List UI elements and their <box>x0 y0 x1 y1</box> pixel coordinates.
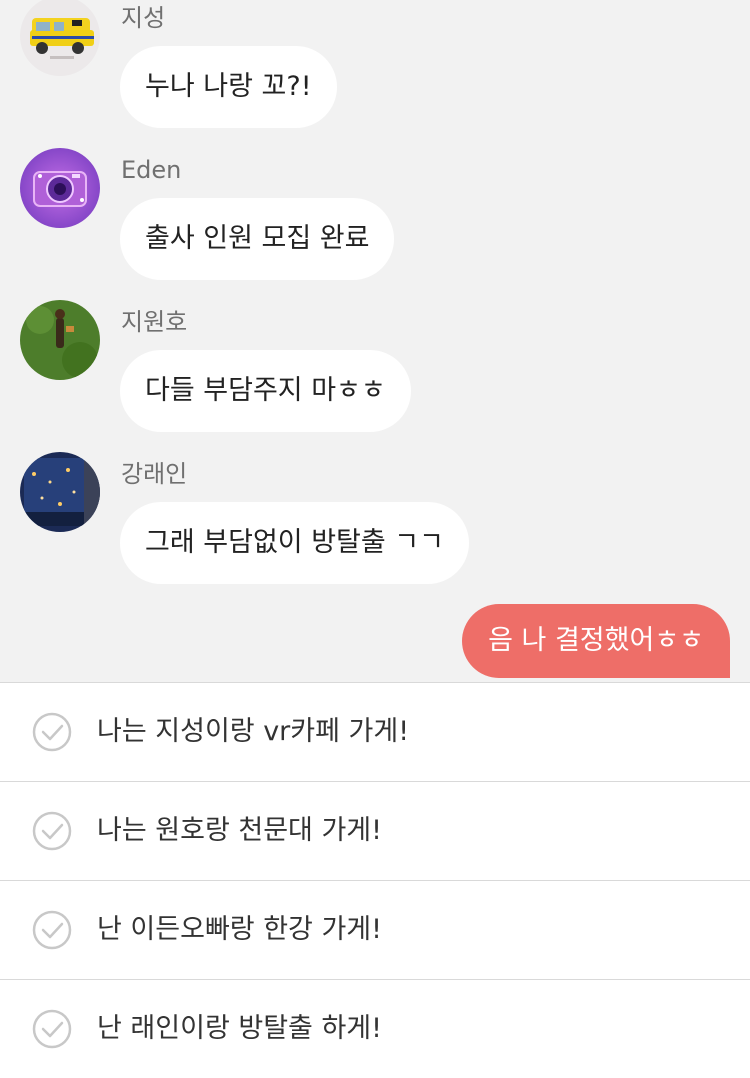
sender-avatar[interactable] <box>20 300 100 380</box>
ambulance-toy-icon <box>20 0 100 76</box>
camera-icon <box>20 148 100 228</box>
message-bubble[interactable]: 다들 부담주지 마ㅎㅎ <box>120 350 411 432</box>
chat-area: 지성 누나 나랑 꼬?! Eden 출사 인원 모집 완료 지원호 다들 부담주… <box>0 0 750 682</box>
check-circle-icon <box>32 1009 72 1049</box>
sender-avatar[interactable] <box>20 148 100 228</box>
reply-option-label: 나는 원호랑 천문대 가게! <box>97 815 382 846</box>
grass-field-icon <box>20 300 100 380</box>
reply-option-label: 난 래인이랑 방탈출 하게! <box>97 1013 382 1044</box>
reply-option-label: 난 이든오빠랑 한강 가게! <box>97 914 382 945</box>
my-message-bubble[interactable]: 음 나 결정했어ㅎㅎ <box>462 604 730 678</box>
message-bubble[interactable]: 그래 부담없이 방탈출 ㄱㄱ <box>120 502 469 584</box>
sender-name: Eden <box>121 156 182 184</box>
sender-name: 지성 <box>121 4 166 32</box>
reply-options: 나는 지성이랑 vr카페 가게! 나는 원호랑 천문대 가게! 난 이든오빠랑 … <box>0 682 750 1078</box>
sender-avatar[interactable] <box>20 0 100 76</box>
check-circle-icon <box>32 910 72 950</box>
sender-name: 지원호 <box>121 308 188 336</box>
message-bubble[interactable]: 누나 나랑 꼬?! <box>120 46 337 128</box>
message-bubble[interactable]: 출사 인원 모집 완료 <box>120 198 395 280</box>
night-window-icon <box>20 452 100 532</box>
check-circle-icon <box>32 712 72 752</box>
check-circle-icon <box>32 811 72 851</box>
sender-avatar[interactable] <box>20 452 100 532</box>
sender-name: 강래인 <box>121 460 188 488</box>
reply-option[interactable]: 난 래인이랑 방탈출 하게! <box>0 979 750 1078</box>
reply-option-label: 나는 지성이랑 vr카페 가게! <box>97 716 410 747</box>
reply-option[interactable]: 난 이든오빠랑 한강 가게! <box>0 880 750 979</box>
reply-option[interactable]: 나는 원호랑 천문대 가게! <box>0 781 750 880</box>
reply-option[interactable]: 나는 지성이랑 vr카페 가게! <box>0 682 750 781</box>
